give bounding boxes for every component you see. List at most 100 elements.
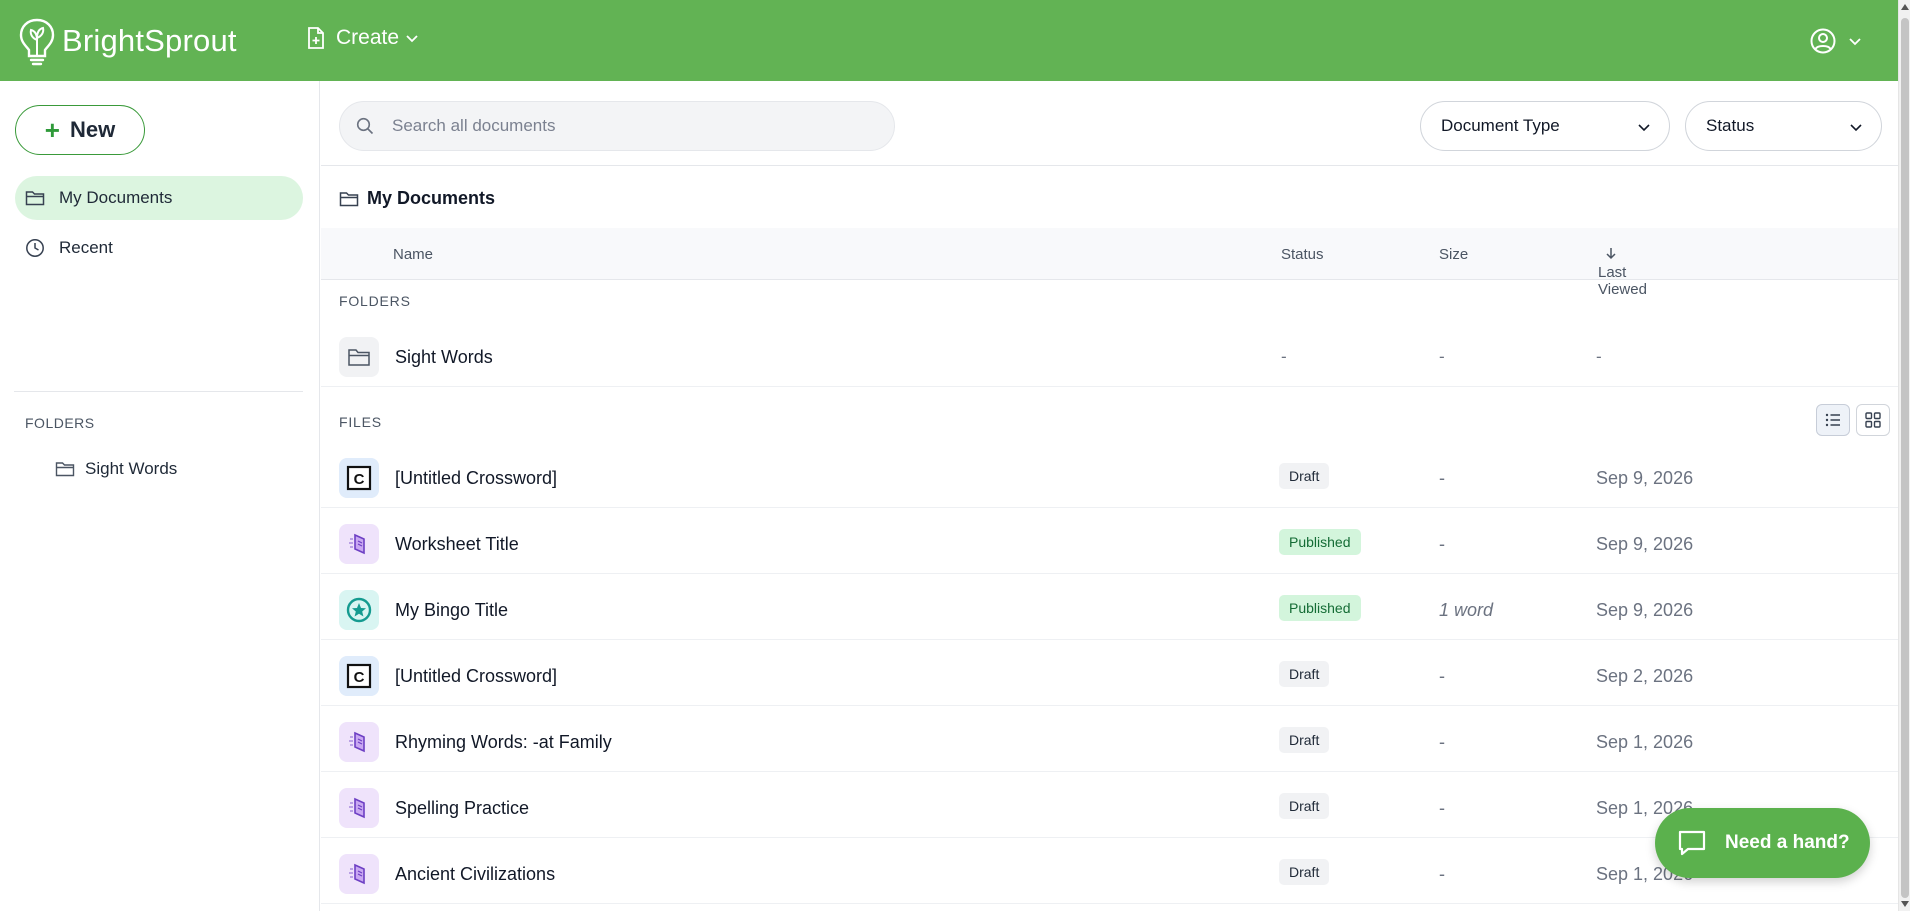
sidebar-divider bbox=[14, 391, 303, 392]
file-name: Rhyming Words: -at Family bbox=[395, 732, 612, 752]
grid-view-icon bbox=[1865, 412, 1881, 428]
status-badge: Draft bbox=[1279, 859, 1330, 885]
user-circle-icon bbox=[1810, 28, 1836, 54]
arrow-down-icon bbox=[1606, 248, 1616, 260]
sidebar-item-recent[interactable]: Recent bbox=[15, 226, 303, 270]
column-header-name[interactable]: Name bbox=[393, 246, 433, 263]
help-chat-button[interactable]: Need a hand? bbox=[1655, 808, 1870, 878]
search-icon bbox=[356, 117, 374, 135]
table-row[interactable]: C [Untitled Crossword] Draft - Sep 9, 20… bbox=[321, 442, 1898, 508]
scroll-up-arrow[interactable] bbox=[1901, 4, 1909, 10]
list-view-icon bbox=[1825, 413, 1840, 427]
file-last-viewed: Sep 1, 2026 bbox=[1596, 732, 1694, 752]
brand-name: BrightSprout bbox=[62, 23, 237, 58]
file-status: - bbox=[1281, 347, 1287, 366]
file-name: Spelling Practice bbox=[395, 798, 530, 818]
worksheet-icon bbox=[349, 797, 365, 819]
folder-thumbnail bbox=[339, 337, 379, 377]
create-label: Create bbox=[336, 26, 400, 49]
bingo-star-icon bbox=[346, 597, 372, 623]
folders-section-label: FOLDERS bbox=[339, 293, 411, 309]
sidebar-folder-sight-words[interactable]: Sight Words bbox=[55, 459, 177, 479]
worksheet-thumbnail bbox=[339, 854, 379, 894]
table-header: Name Status Size Last Viewed bbox=[321, 228, 1898, 298]
column-header-last-viewed[interactable]: Last Viewed bbox=[1598, 246, 1647, 298]
status-badge: Published bbox=[1279, 529, 1361, 555]
status-badge: Draft bbox=[1279, 727, 1330, 753]
document-type-dropdown[interactable]: Document Type bbox=[1420, 101, 1670, 151]
brand-logo[interactable]: BrightSprout bbox=[18, 16, 237, 66]
lightbulb-sprout-icon bbox=[19, 18, 55, 66]
main-content: Document Type Status My Documents Name S… bbox=[321, 81, 1898, 911]
file-size: - bbox=[1439, 864, 1445, 884]
page-title: My Documents bbox=[367, 188, 496, 208]
table-row[interactable]: My Bingo Title Published 1 word Sep 9, 2… bbox=[321, 574, 1898, 640]
file-last-viewed: Sep 9, 2026 bbox=[1596, 468, 1694, 488]
file-name: [Untitled Crossword] bbox=[395, 666, 558, 686]
sidebar-item-label: Recent bbox=[59, 238, 113, 257]
top-bar: BrightSprout Create bbox=[0, 0, 1898, 81]
folder-icon bbox=[339, 191, 359, 206]
toolbar-divider bbox=[321, 165, 1898, 166]
status-filter-label: Status bbox=[1706, 116, 1755, 135]
sidebar: + New My Documents Recent FOLDERS Sight … bbox=[0, 81, 320, 911]
sidebar-folder-label: Sight Words bbox=[85, 459, 178, 478]
table-row[interactable]: Rhyming Words: -at Family Draft - Sep 1,… bbox=[321, 706, 1898, 772]
chevron-down-icon bbox=[1638, 124, 1650, 132]
crossword-icon: C bbox=[346, 465, 372, 491]
folder-icon bbox=[348, 349, 370, 366]
status-badge: Draft bbox=[1279, 661, 1330, 687]
column-header-size[interactable]: Size bbox=[1439, 246, 1468, 263]
file-last-viewed: - bbox=[1596, 347, 1602, 366]
status-badge: Draft bbox=[1279, 463, 1330, 489]
breadcrumb: My Documents bbox=[339, 188, 495, 209]
worksheet-thumbnail bbox=[339, 524, 379, 564]
status-dropdown[interactable]: Status bbox=[1685, 101, 1882, 151]
worksheet-thumbnail bbox=[339, 788, 379, 828]
file-name: Worksheet Title bbox=[395, 534, 519, 554]
worksheet-icon bbox=[349, 731, 365, 753]
file-name: [Untitled Crossword] bbox=[395, 468, 558, 488]
search-bar bbox=[339, 101, 895, 151]
svg-text:C: C bbox=[354, 669, 365, 686]
files-section-label: FILES bbox=[339, 414, 382, 430]
new-button[interactable]: + New bbox=[15, 105, 145, 155]
worksheet-icon bbox=[349, 533, 365, 555]
new-document-icon bbox=[308, 27, 324, 49]
crossword-thumbnail: C bbox=[339, 656, 379, 696]
column-header-status[interactable]: Status bbox=[1281, 246, 1324, 263]
table-row[interactable]: Sight Words - - - bbox=[321, 321, 1898, 387]
chevron-down-icon bbox=[1849, 38, 1861, 46]
crossword-thumbnail: C bbox=[339, 458, 379, 498]
file-name: Sight Words bbox=[395, 347, 493, 367]
table-row[interactable]: C [Untitled Crossword] Draft - Sep 2, 20… bbox=[321, 640, 1898, 706]
table-row[interactable]: Worksheet Title Published - Sep 9, 2026 bbox=[321, 508, 1898, 574]
plus-icon: + bbox=[44, 115, 60, 145]
file-size: - bbox=[1439, 534, 1445, 554]
file-name: My Bingo Title bbox=[395, 600, 509, 620]
page-scrollbar[interactable] bbox=[1898, 0, 1910, 911]
chat-bubble-icon bbox=[1678, 830, 1706, 856]
column-header-label: Last Viewed bbox=[1598, 264, 1647, 298]
scroll-down-arrow[interactable] bbox=[1901, 901, 1909, 907]
grid-view-toggle[interactable] bbox=[1856, 404, 1890, 436]
sidebar-item-my-documents[interactable]: My Documents bbox=[15, 176, 303, 220]
account-menu-button[interactable] bbox=[1810, 28, 1862, 54]
svg-text:C: C bbox=[354, 471, 365, 488]
clock-icon bbox=[26, 239, 44, 257]
create-menu-button[interactable]: Create bbox=[306, 26, 419, 50]
folder-icon bbox=[25, 191, 45, 206]
file-size: 1 word bbox=[1439, 600, 1494, 620]
chevron-down-icon bbox=[406, 35, 418, 43]
sidebar-folders-heading: FOLDERS bbox=[25, 415, 95, 431]
worksheet-icon bbox=[349, 863, 365, 885]
scrollbar-thumb[interactable] bbox=[1901, 18, 1909, 898]
document-type-label: Document Type bbox=[1441, 116, 1560, 135]
file-last-viewed: Sep 2, 2026 bbox=[1596, 666, 1694, 686]
file-last-viewed: Sep 9, 2026 bbox=[1596, 534, 1694, 554]
search-input[interactable] bbox=[392, 116, 872, 136]
new-button-label: New bbox=[69, 117, 116, 142]
list-view-toggle[interactable] bbox=[1816, 404, 1850, 436]
file-name: Ancient Civilizations bbox=[395, 864, 556, 884]
file-size: - bbox=[1439, 347, 1445, 366]
